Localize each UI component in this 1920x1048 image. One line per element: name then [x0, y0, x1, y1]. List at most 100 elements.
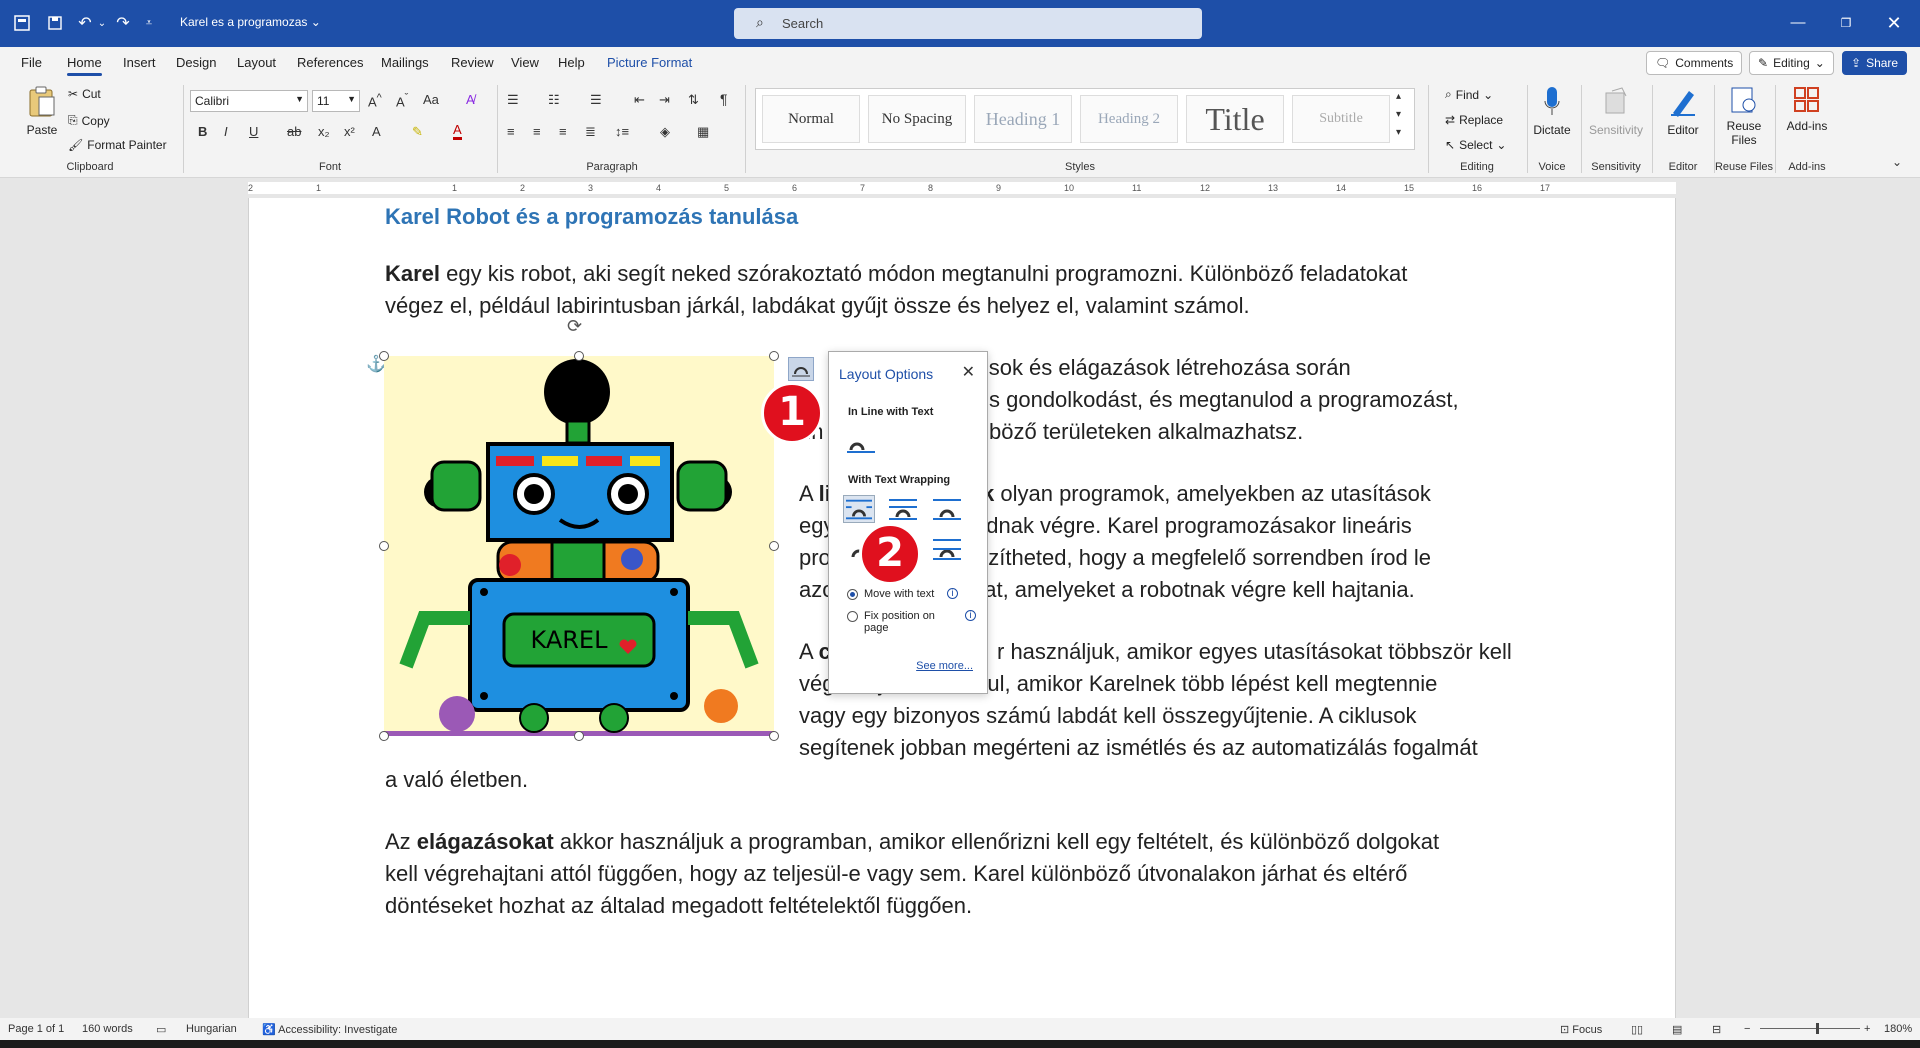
read-mode-icon[interactable]: ▯▯ — [1631, 1023, 1643, 1036]
strikethrough-icon[interactable]: ab — [287, 124, 301, 139]
align-right-icon[interactable]: ≡ — [559, 124, 567, 139]
close-icon[interactable]: ✕ — [962, 362, 975, 382]
zoom-level[interactable]: 180% — [1884, 1023, 1912, 1035]
editing-mode-button[interactable]: ✎ Editing ⌄ — [1749, 51, 1834, 75]
vertical-ruler[interactable] — [6, 198, 20, 1018]
collapse-ribbon-icon[interactable]: ⌄ — [1892, 155, 1902, 169]
resize-handle[interactable] — [769, 351, 779, 361]
grow-font-icon[interactable]: A^ — [368, 92, 382, 109]
tab-design[interactable]: Design — [176, 55, 216, 70]
dictate-button[interactable]: Dictate — [1529, 85, 1575, 137]
style-normal[interactable]: Normal — [762, 95, 860, 143]
comments-button[interactable]: 🗨 Comments — [1646, 51, 1743, 75]
tab-home[interactable]: Home — [67, 55, 102, 76]
info-icon[interactable]: i — [947, 588, 958, 599]
see-more-link[interactable]: See more... — [916, 660, 973, 672]
behind-text-icon[interactable] — [931, 535, 963, 563]
font-name-select[interactable]: Calibri ▼ — [190, 90, 308, 112]
align-left-icon[interactable]: ≡ — [507, 124, 515, 139]
fix-position-option[interactable]: Fix position on page — [847, 610, 959, 634]
decrease-indent-icon[interactable]: ⇤ — [634, 92, 645, 108]
add-ins-button[interactable]: Add-ins — [1780, 85, 1834, 133]
info-icon[interactable]: i — [965, 610, 976, 621]
tab-help[interactable]: Help — [558, 55, 585, 70]
shading-icon[interactable]: ◈ — [660, 124, 670, 140]
text-effects-icon[interactable]: A — [372, 124, 381, 139]
paste-button[interactable]: Paste — [22, 85, 62, 137]
zoom-slider[interactable] — [1760, 1028, 1860, 1029]
resize-handle[interactable] — [769, 731, 779, 741]
web-layout-icon[interactable]: ⊟ — [1712, 1023, 1721, 1036]
undo-icon[interactable]: ↶ — [74, 12, 96, 34]
style-heading-1[interactable]: Heading 1 — [974, 95, 1072, 143]
highlight-icon[interactable]: ✎ — [412, 124, 423, 140]
zoom-out-icon[interactable]: − — [1744, 1023, 1750, 1035]
sensitivity-button[interactable]: Sensitivity — [1584, 85, 1648, 137]
word-count[interactable]: 160 words — [82, 1023, 133, 1035]
pilcrow-icon[interactable]: ¶ — [720, 91, 728, 107]
format-painter-button[interactable]: 🖌 Format Painter — [68, 138, 167, 152]
language[interactable]: Hungarian — [186, 1023, 237, 1035]
line-spacing-icon[interactable]: ↕≡ — [615, 124, 629, 139]
more-styles-icon[interactable]: ▾ — [1396, 127, 1401, 138]
reuse-files-button[interactable]: Reuse Files — [1716, 85, 1772, 147]
change-case-icon[interactable]: Aa — [423, 92, 439, 107]
inline-with-text-icon[interactable] — [845, 428, 877, 456]
print-layout-icon[interactable]: ▤ — [1672, 1023, 1682, 1036]
align-center-icon[interactable]: ≡ — [533, 124, 541, 139]
search-input[interactable]: ⌕ Search — [734, 8, 1202, 39]
through-wrap-icon[interactable] — [931, 495, 963, 523]
undo-dropdown-icon[interactable]: ⌄ — [96, 12, 108, 34]
resize-handle[interactable] — [769, 541, 779, 551]
zoom-slider-thumb[interactable] — [1816, 1023, 1819, 1034]
proofing-icon[interactable]: ▭ — [156, 1023, 166, 1036]
resize-handle[interactable] — [574, 351, 584, 361]
document-title[interactable]: Karel es a programozas ⌄ — [180, 15, 321, 29]
tab-insert[interactable]: Insert — [123, 55, 156, 70]
customize-quick-access-icon[interactable]: ⩡ — [142, 12, 156, 34]
chevron-down-icon[interactable]: ▾ — [1396, 109, 1401, 120]
style-title[interactable]: Title — [1186, 95, 1284, 143]
tab-layout[interactable]: Layout — [237, 55, 276, 70]
radio-selected[interactable] — [847, 589, 858, 600]
clear-formatting-icon[interactable]: A̸ — [466, 92, 475, 107]
tight-wrap-icon[interactable] — [887, 495, 919, 523]
zoom-in-icon[interactable]: + — [1864, 1023, 1870, 1035]
resize-handle[interactable] — [574, 731, 584, 741]
resize-handle[interactable] — [379, 541, 389, 551]
style-subtitle[interactable]: Subtitle — [1292, 95, 1390, 143]
shrink-font-icon[interactable]: Aˇ — [396, 92, 408, 109]
redo-icon[interactable]: ↷ — [112, 12, 134, 34]
find-button[interactable]: ⌕ Find ⌄ — [1445, 87, 1493, 102]
sort-icon[interactable]: ⇅ — [688, 92, 699, 108]
replace-button[interactable]: ⇄ Replace — [1445, 113, 1503, 127]
bullets-icon[interactable]: ☰ — [507, 92, 519, 108]
bold-icon[interactable]: B — [198, 124, 207, 139]
style-heading-2[interactable]: Heading 2 — [1080, 95, 1178, 143]
close-button[interactable]: ✕ — [1874, 10, 1914, 36]
minimize-button[interactable]: — — [1778, 10, 1818, 36]
tab-mailings[interactable]: Mailings — [381, 55, 429, 70]
radio-unselected[interactable] — [847, 611, 858, 622]
tab-picture-format[interactable]: Picture Format — [607, 55, 692, 70]
multilevel-list-icon[interactable]: ☰ — [590, 92, 602, 108]
increase-indent-icon[interactable]: ⇥ — [659, 92, 670, 108]
resize-handle[interactable] — [379, 731, 389, 741]
layout-options-button[interactable] — [788, 357, 814, 381]
tab-review[interactable]: Review — [451, 55, 494, 70]
italic-icon[interactable]: I — [224, 124, 228, 139]
justify-icon[interactable]: ≣ — [585, 124, 596, 140]
move-with-text-option[interactable]: Move with text — [847, 588, 934, 600]
copy-button[interactable]: ⎘ Copy — [68, 113, 110, 128]
superscript-icon[interactable]: x² — [344, 124, 355, 139]
horizontal-ruler[interactable]: 2 1 1 2 3 4 5 6 7 8 9 10 11 12 13 14 15 16 17 — [0, 178, 1920, 198]
chevron-up-icon[interactable]: ▴ — [1396, 91, 1401, 102]
editor-button[interactable]: Editor — [1656, 85, 1710, 137]
cut-button[interactable]: ✂ Cut — [68, 87, 101, 101]
accessibility-status[interactable]: ♿ Accessibility: Investigate — [262, 1023, 397, 1036]
style-no-spacing[interactable]: No Spacing — [868, 95, 966, 143]
robot-picture[interactable]: KAREL ⟳ — [379, 316, 779, 741]
resize-handle[interactable] — [379, 351, 389, 361]
font-color-icon[interactable]: A — [453, 122, 462, 140]
square-wrap-icon[interactable] — [843, 495, 875, 523]
